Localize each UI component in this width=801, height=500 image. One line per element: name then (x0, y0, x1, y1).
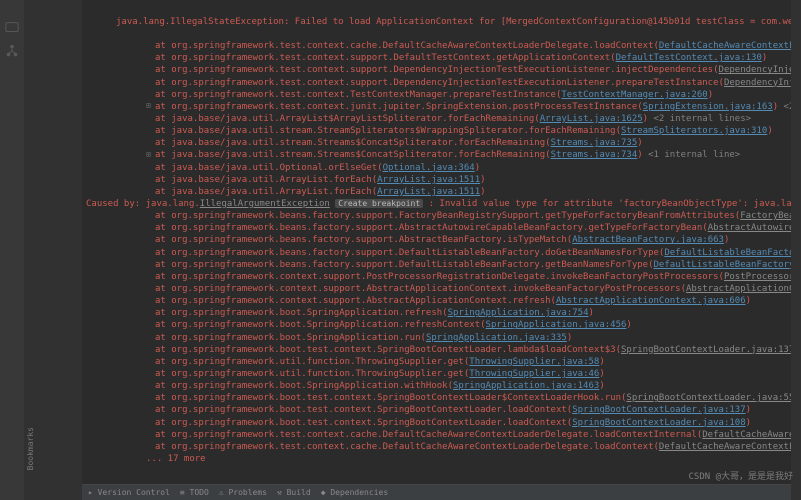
tool-window-bar-left (0, 0, 24, 500)
source-link[interactable]: SpringBootContextLoader.java:108 (572, 418, 745, 428)
stack-frame: at org.springframework.boot.test.context… (86, 417, 781, 429)
source-link[interactable]: AbstractBeanFactory.java:663 (572, 235, 724, 245)
todo-tab[interactable]: ≡ TODO (180, 488, 209, 497)
source-link[interactable]: DefaultListableBeanFactory.java:534 (654, 260, 792, 270)
fold-icon[interactable]: ⊞ (146, 150, 155, 161)
project-icon[interactable] (5, 20, 19, 34)
source-link[interactable]: AbstractApplicationContext.java:788 (686, 284, 791, 294)
stack-frame: at org.springframework.util.function.Thr… (86, 356, 781, 368)
folded-lines[interactable]: <2 internal lines> (778, 102, 791, 112)
source-link[interactable]: ThrowingSupplier.java:46 (469, 369, 599, 379)
source-link[interactable]: DefaultCacheAwareContextLoaderDelegate.j… (659, 442, 791, 452)
stack-frame: at org.springframework.test.context.supp… (86, 64, 781, 76)
status-bar: ▸ Version Control ≡ TODO ⚠ Problems ⚒ Bu… (82, 484, 791, 500)
stack-frame: at org.springframework.test.context.Test… (86, 89, 781, 101)
vcs-tab[interactable]: ▸ Version Control (88, 488, 170, 497)
stack-frame: at org.springframework.boot.SpringApplic… (86, 380, 781, 392)
source-link[interactable]: Optional.java:364 (383, 163, 475, 173)
bookmarks-tab[interactable]: Bookmarks (26, 427, 35, 470)
stack-frame: at org.springframework.boot.test.context… (86, 344, 781, 356)
stack-frame: at org.springframework.context.support.P… (86, 271, 781, 283)
source-link[interactable]: AbstractAutowireCapableBeanFactory.java:… (708, 223, 791, 233)
folded-lines[interactable]: <1 internal line> (643, 150, 741, 160)
source-link[interactable]: DependencyInjectionTestExecutionListener… (724, 78, 791, 88)
source-link[interactable]: SpringBootContextLoader.java:553 (626, 393, 791, 403)
fold-icon[interactable]: ⊞ (146, 101, 155, 112)
stack-frame: at org.springframework.test.context.supp… (86, 52, 781, 64)
source-link[interactable]: ThrowingSupplier.java:58 (469, 357, 599, 367)
stack-frame: at org.springframework.boot.SpringApplic… (86, 319, 781, 331)
stack-frame: at org.springframework.boot.test.context… (86, 392, 781, 404)
source-link[interactable]: DependencyInjectionTestExecutionListener… (719, 65, 791, 75)
create-breakpoint-hint[interactable]: Create breakpoint (335, 199, 423, 208)
source-link[interactable]: SpringBootContextLoader.java:137 (621, 345, 791, 355)
console-panel: java.lang.IllegalStateException: Failed … (82, 0, 791, 500)
source-link[interactable]: DefaultCacheAwareContextLoaderDelegate.j… (702, 430, 791, 440)
source-link[interactable]: SpringExtension.java:163 (643, 102, 773, 112)
stack-frame: at org.springframework.beans.factory.sup… (86, 222, 781, 234)
scrollbar-track[interactable] (791, 0, 801, 500)
source-link[interactable]: SpringBootContextLoader.java:137 (572, 405, 745, 415)
more-frames: ... 17 more (86, 453, 781, 465)
stack-frame: at java.base/java.util.ArrayList.forEach… (86, 186, 781, 198)
stack-frame: at org.springframework.context.support.A… (86, 295, 781, 307)
stack-frame: at org.springframework.boot.test.context… (86, 404, 781, 416)
caused-by-line: Caused by: java.lang.IllegalArgumentExce… (86, 198, 781, 210)
source-link[interactable]: Streams.java:735 (551, 138, 638, 148)
stack-frame: ⊞at org.springframework.test.context.jun… (86, 101, 781, 113)
source-link[interactable]: SpringApplication.java:754 (448, 308, 589, 318)
source-link[interactable]: DefaultListableBeanFactory.java:575 (664, 248, 791, 258)
caused-exception-link[interactable]: IllegalArgumentException (200, 199, 330, 209)
folded-lines[interactable]: <2 internal lines> (648, 114, 751, 124)
source-link[interactable]: SpringApplication.java:456 (486, 320, 627, 330)
stack-frame: at org.springframework.test.context.cach… (86, 429, 781, 441)
stack-frame: at org.springframework.boot.SpringApplic… (86, 332, 781, 344)
stack-frame: at org.springframework.context.support.A… (86, 283, 781, 295)
stack-frame: at java.base/java.util.ArrayList.forEach… (86, 174, 781, 186)
stack-frame: at org.springframework.beans.factory.sup… (86, 234, 781, 246)
source-link[interactable]: StreamSpliterators.java:310 (621, 126, 767, 136)
stack-frame: at org.springframework.util.function.Thr… (86, 368, 781, 380)
source-link[interactable]: AbstractApplicationContext.java:606 (556, 296, 746, 306)
stack-frame: at org.springframework.beans.factory.sup… (86, 259, 781, 271)
stack-frame: at java.base/java.util.stream.StreamSpli… (86, 125, 781, 137)
source-link[interactable]: Streams.java:734 (551, 150, 638, 160)
stack-frame: at org.springframework.beans.factory.sup… (86, 210, 781, 222)
stack-frame: at org.springframework.test.context.cach… (86, 40, 781, 52)
source-link[interactable]: DefaultCacheAwareContextLoaderDelegate.j… (659, 41, 791, 51)
source-link[interactable]: SpringApplication.java:335 (426, 333, 567, 343)
source-link[interactable]: ArrayList.java:1511 (377, 187, 480, 197)
source-link[interactable]: PostProcessorRegistrationDelegate.java:1… (724, 272, 791, 282)
source-link[interactable]: SpringApplication.java:1463 (453, 381, 599, 391)
stack-frame: at org.springframework.boot.SpringApplic… (86, 307, 781, 319)
source-link[interactable]: TestContextManager.java:260 (561, 90, 707, 100)
stack-frame: at java.base/java.util.Optional.orElseGe… (86, 162, 781, 174)
dependencies-tab[interactable]: ◆ Dependencies (321, 488, 388, 497)
stack-frame: ⊞at java.base/java.util.stream.Streams$C… (86, 149, 781, 161)
source-link[interactable]: DefaultTestContext.java:130 (616, 53, 762, 63)
build-tab[interactable]: ⚒ Build (277, 488, 311, 497)
stack-frame: at java.base/java.util.stream.Streams$Co… (86, 137, 781, 149)
stack-frame: at org.springframework.beans.factory.sup… (86, 247, 781, 259)
tool-window-bar-secondary: Bookmarks (24, 0, 82, 500)
structure-icon[interactable] (5, 44, 19, 58)
stack-frame: at java.base/java.util.ArrayList$ArrayLi… (86, 113, 781, 125)
source-link[interactable]: ArrayList.java:1625 (540, 114, 643, 124)
exception-header: java.lang.IllegalStateException: Failed … (86, 16, 781, 28)
stack-frame: at org.springframework.test.context.supp… (86, 77, 781, 89)
problems-tab[interactable]: ⚠ Problems (219, 488, 267, 497)
stack-frame: at org.springframework.test.context.cach… (86, 441, 781, 453)
source-link[interactable]: ArrayList.java:1511 (377, 175, 480, 185)
console-output[interactable]: java.lang.IllegalStateException: Failed … (82, 0, 791, 484)
source-link[interactable]: FactoryBeanRegistrySupport.java:86 (740, 211, 791, 221)
